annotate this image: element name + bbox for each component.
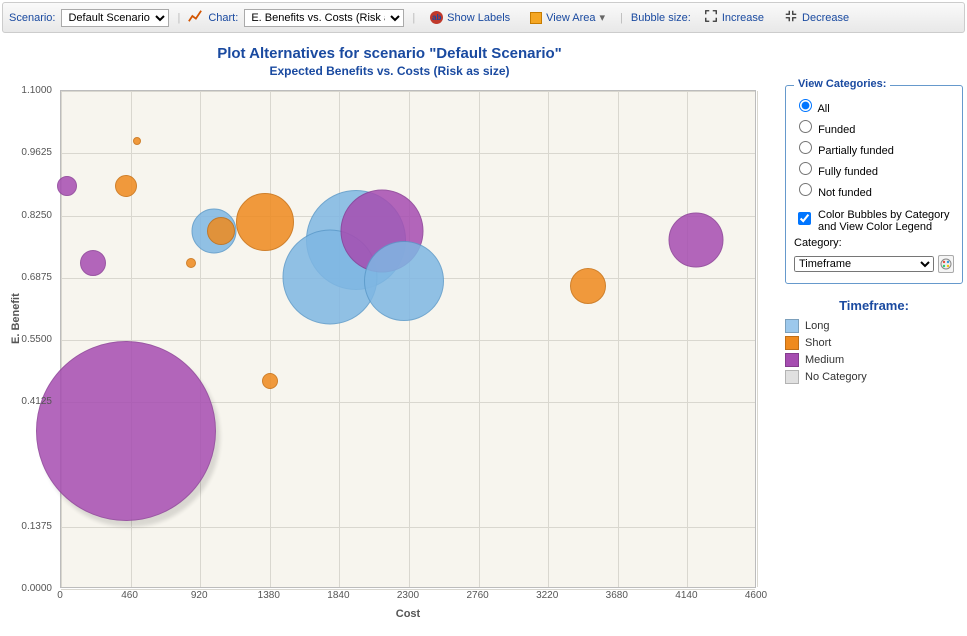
x-axis-label: Cost [60,608,756,620]
bubble[interactable] [570,268,606,304]
x-tick-label: 3220 [536,590,558,601]
legend-label: Medium [805,354,844,366]
legend-label: Short [805,337,831,349]
category-select[interactable]: Timeframe [794,256,934,272]
legend-item: No Category [785,370,963,384]
x-tick-label: 4140 [675,590,697,601]
legend-label: Long [805,320,829,332]
x-tick-label: 1840 [327,590,349,601]
view-category-option: All [817,103,829,115]
x-tick-label: 0 [57,590,63,601]
scenario-select[interactable]: Default Scenario [61,9,169,27]
legend-label: No Category [805,371,867,383]
view-category-option: Funded [818,124,855,136]
view-category-radio[interactable] [799,162,812,175]
bubble[interactable] [133,137,141,145]
legend-swatch [785,370,799,384]
labels-icon: ab [430,11,443,24]
view-category-radio[interactable] [799,183,812,196]
legend-title: Timeframe: [785,298,963,313]
color-picker-button[interactable] [938,255,954,273]
collapse-icon [784,9,798,26]
legend-item: Medium [785,353,963,367]
view-categories-panel: View Categories: All Funded Partially fu… [785,85,963,284]
bubble[interactable] [207,217,235,245]
chart-area[interactable]: E. Benefit Cost 0.00000.13750.41250.5500… [4,84,775,632]
bubble[interactable] [236,193,294,251]
view-categories-title: View Categories: [794,78,890,90]
view-area-button[interactable]: View Area ▾ [523,8,612,27]
decrease-text: Decrease [802,12,849,24]
y-tick-label: 0.6875 [0,272,52,283]
chart-select[interactable]: E. Benefits vs. Costs (Risk as size) [244,9,404,27]
chart-icon [188,9,202,26]
separator: | [618,12,625,24]
bubble[interactable] [262,373,278,389]
bubble[interactable] [669,213,724,268]
separator: | [175,12,182,24]
plot-area[interactable] [60,90,756,588]
show-labels-button[interactable]: ab Show Labels [423,8,517,27]
color-bubbles-label: Color Bubbles by Category and View Color… [818,209,954,233]
y-tick-label: 0.9625 [0,147,52,158]
view-area-text: View Area [546,12,595,24]
view-category-radio[interactable] [799,141,812,154]
view-category-option: Partially funded [818,145,894,157]
bubble[interactable] [57,176,77,196]
view-category-radio[interactable] [799,99,812,112]
x-tick-label: 2760 [466,590,488,601]
decrease-button[interactable]: Decrease [777,6,856,29]
legend-swatch [785,353,799,367]
chevron-down-icon: ▾ [600,11,606,24]
category-label: Category: [794,237,954,249]
chart-subtitle: Expected Benefits vs. Costs (Risk as siz… [4,64,775,78]
toolbar: Scenario: Default Scenario | Chart: E. B… [2,2,965,33]
palette-icon [940,258,952,270]
chart-label: Chart: [208,12,238,24]
legend-item: Short [785,336,963,350]
show-labels-text: Show Labels [447,12,510,24]
legend-item: Long [785,319,963,333]
y-tick-label: 0.1375 [0,521,52,532]
y-tick-label: 0.5500 [0,334,52,345]
bubble-size-label: Bubble size: [631,12,691,24]
sidebar: View Categories: All Funded Partially fu… [785,39,963,632]
y-tick-label: 0.4125 [0,396,52,407]
chart-title: Plot Alternatives for scenario "Default … [4,45,775,62]
bubble[interactable] [186,258,196,268]
y-tick-label: 1.1000 [0,85,52,96]
legend-swatch [785,336,799,350]
bubble[interactable] [80,250,106,276]
bubble[interactable] [115,175,137,197]
x-tick-label: 920 [191,590,208,601]
x-tick-label: 2300 [397,590,419,601]
color-bubbles-checkbox[interactable] [798,212,811,225]
scenario-label: Scenario: [9,12,55,24]
y-tick-label: 0.0000 [0,583,52,594]
view-category-radio[interactable] [799,120,812,133]
x-tick-label: 4600 [745,590,767,601]
separator: | [410,12,417,24]
increase-text: Increase [722,12,764,24]
x-tick-label: 1380 [258,590,280,601]
legend: Long Short Medium No Category [785,319,963,384]
expand-icon [704,9,718,26]
view-area-icon [530,12,542,24]
x-tick-label: 460 [121,590,138,601]
bubble[interactable] [364,241,444,321]
legend-swatch [785,319,799,333]
view-category-option: Fully funded [818,166,878,178]
y-tick-label: 0.8250 [0,210,52,221]
bubble[interactable] [36,341,216,521]
view-category-option: Not funded [818,187,872,199]
x-tick-label: 3680 [606,590,628,601]
increase-button[interactable]: Increase [697,6,771,29]
